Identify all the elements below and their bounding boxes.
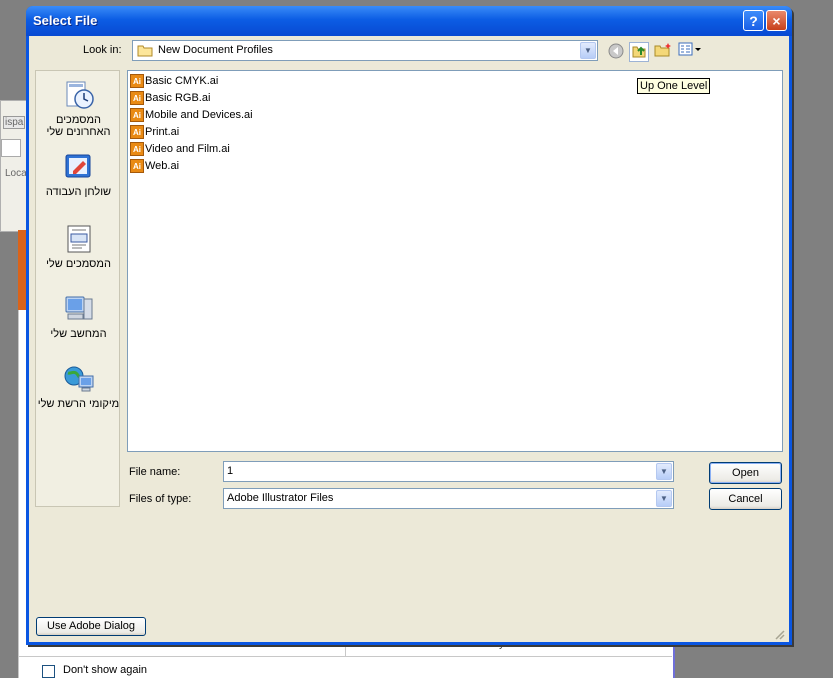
back-icon[interactable] [606,42,626,62]
place-label: המסמכים האחרונים שלי [46,114,111,138]
chevron-down-icon[interactable]: ▼ [656,490,672,507]
folder-icon [137,44,153,60]
open-button[interactable]: Open [709,462,782,484]
illustrator-file-icon: Ai [130,74,144,88]
background-line [18,656,672,657]
view-menu-icon[interactable] [677,42,703,62]
file-name-label: File name: [129,466,181,478]
list-item[interactable]: Ai Basic RGB.ai [130,91,210,107]
close-button[interactable]: × [766,10,787,31]
look-in-value: New Document Profiles [158,44,273,56]
place-network[interactable]: מיקומי הרשת שלי [36,363,121,410]
recent-documents-icon [63,79,95,111]
file-name-text: Mobile and Devices.ai [145,109,253,121]
file-name-text: Web.ai [145,160,180,172]
file-name-text: Basic CMYK.ai [145,75,219,87]
place-label: המסמכים שלי [46,258,111,270]
chevron-down-icon[interactable]: ▼ [656,463,672,480]
look-in-dropdown[interactable]: New Document Profiles ▼ [132,40,598,61]
my-documents-icon [63,223,95,255]
background-dropdown [1,139,21,157]
places-bar: המסמכים האחרונים שלי שולחן העבודה המסמכי… [35,70,120,507]
up-one-level-tooltip: Up One Level [637,78,711,94]
background-field-label: Loca [5,168,27,179]
list-item[interactable]: Ai Print.ai [130,125,179,141]
dialog-title: Select File [33,13,98,28]
background-tab: ispa [3,116,26,129]
list-item[interactable]: Ai Web.ai [130,159,179,175]
file-name-value: 1 [227,465,234,477]
new-folder-icon[interactable] [653,42,673,62]
up-one-level-icon[interactable] [629,42,649,62]
file-list[interactable]: Ai Basic CMYK.ai Ai Basic RGB.ai Ai Mobile … [127,70,783,452]
place-my-computer[interactable]: המחשב שלי [36,293,121,340]
list-item[interactable]: Ai Mobile and Devices.ai [130,108,253,124]
dont-show-again-label: Don't show again [63,664,148,676]
files-of-type-dropdown[interactable]: Adobe Illustrator Files ▼ [223,488,674,509]
file-name-text: Basic RGB.ai [145,92,211,104]
look-in-label: Look in: [83,44,122,56]
cancel-button[interactable]: Cancel [709,488,782,510]
select-file-dialog: Select File ? × Look in: New Document Pr… [26,6,792,645]
use-adobe-dialog-button[interactable]: Use Adobe Dialog [36,617,146,636]
file-name-text: Video and Film.ai [145,143,230,155]
place-label: מיקומי הרשת שלי [37,398,120,410]
place-recent-documents[interactable]: המסמכים האחרונים שלי [36,79,121,138]
place-my-documents[interactable]: המסמכים שלי [36,223,121,270]
illustrator-file-icon: Ai [130,91,144,105]
dont-show-again-checkbox[interactable] [42,665,55,678]
help-button[interactable]: ? [743,10,764,31]
illustrator-file-icon: Ai [130,125,144,139]
my-computer-icon [63,293,95,325]
files-of-type-value: Adobe Illustrator Files [227,492,334,504]
dialog-body: Look in: New Document Profiles ▼ המסמכים… [29,36,789,642]
files-of-type-label: Files of type: [129,493,192,505]
list-item[interactable]: Ai Video and Film.ai [130,142,230,158]
file-name-input[interactable]: 1 ▼ [223,461,674,482]
illustrator-file-icon: Ai [130,159,144,173]
place-desktop[interactable]: שולחן העבודה [36,151,121,198]
file-name-text: Print.ai [145,126,180,138]
chevron-down-icon[interactable]: ▼ [580,42,596,59]
place-label: המחשב שלי [50,328,107,340]
network-places-icon [63,363,95,395]
illustrator-file-icon: Ai [130,108,144,122]
resize-grip-icon[interactable] [773,628,785,640]
illustrator-file-icon: Ai [130,142,144,156]
list-item[interactable]: Ai Basic CMYK.ai [130,74,218,90]
title-bar[interactable]: Select File ? × [26,6,792,36]
place-label: שולחן העבודה [45,186,112,198]
desktop-icon [63,151,95,183]
